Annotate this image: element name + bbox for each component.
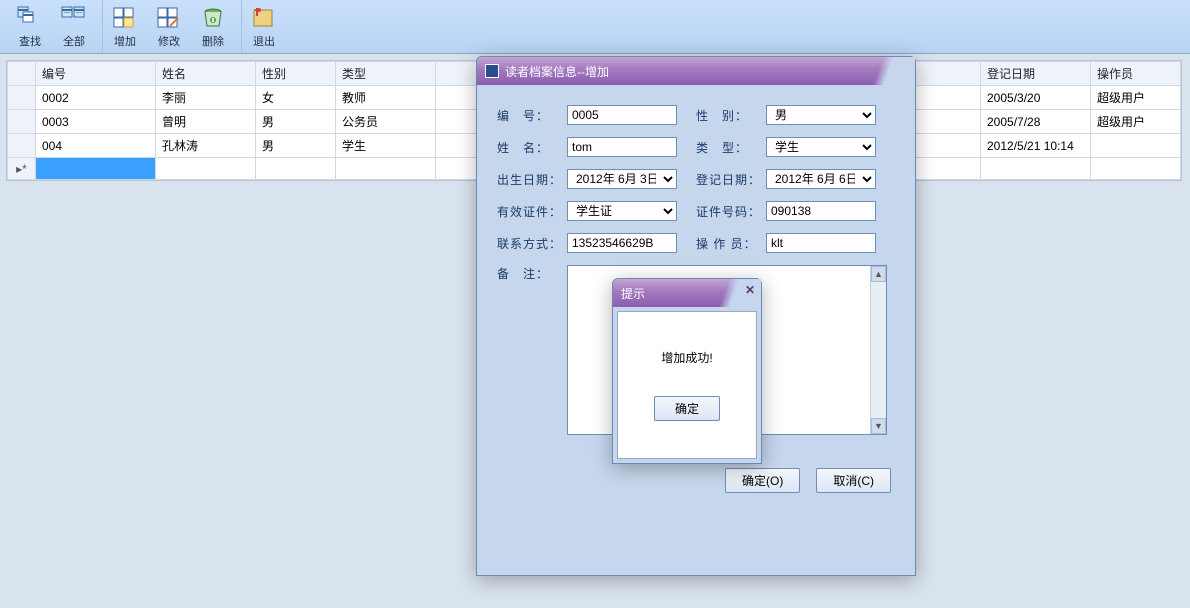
label-contact: 联系方式： <box>497 235 567 252</box>
col-id[interactable]: 编号 <box>36 62 156 86</box>
add-label: 增加 <box>114 33 136 49</box>
select-birth[interactable]: 2012年 6月 3日 <box>567 169 677 189</box>
label-regdate: 登记日期： <box>696 171 766 188</box>
scroll-up-icon[interactable]: ▲ <box>871 266 886 282</box>
input-id[interactable] <box>567 105 677 125</box>
label-remark: 备 注： <box>497 265 567 282</box>
scrollbar[interactable]: ▲ ▼ <box>870 266 886 434</box>
msg-titlebar[interactable]: 提示 ✕ <box>613 279 761 307</box>
find-button[interactable]: 查找 <box>8 0 52 53</box>
label-idno: 证件号码： <box>696 203 766 220</box>
label-gender: 性 别： <box>696 107 766 124</box>
edit-label: 修改 <box>158 33 180 49</box>
col-name[interactable]: 姓名 <box>156 62 256 86</box>
message-dialog: 提示 ✕ 增加成功! 确定 <box>612 278 762 464</box>
delete-label: 删除 <box>202 33 224 49</box>
add-icon <box>111 5 139 31</box>
edit-icon <box>155 5 183 31</box>
label-type: 类 型： <box>696 139 766 156</box>
row-header-blank <box>8 62 36 86</box>
new-row-id-cell[interactable] <box>36 158 156 180</box>
input-contact[interactable] <box>567 233 677 253</box>
dialog-icon <box>485 64 499 78</box>
dialog-ok-button[interactable]: 确定(O) <box>725 468 800 493</box>
label-birth: 出生日期： <box>497 171 567 188</box>
all-label: 全部 <box>63 33 85 49</box>
label-id: 编 号： <box>497 107 567 124</box>
input-name[interactable] <box>567 137 677 157</box>
input-idno[interactable] <box>766 201 876 221</box>
edit-button[interactable]: 修改 <box>147 0 191 53</box>
label-idtype: 有效证件： <box>497 203 567 220</box>
select-regdate[interactable]: 2012年 6月 6日 <box>766 169 876 189</box>
delete-icon <box>199 5 227 31</box>
label-operator: 操 作 员： <box>696 235 766 252</box>
new-row-marker: ▸* <box>8 158 36 180</box>
dialog-titlebar[interactable]: 读者档案信息--增加 <box>477 57 915 85</box>
dialog-title-text: 读者档案信息--增加 <box>505 63 609 80</box>
add-button[interactable]: 增加 <box>103 0 147 53</box>
select-type[interactable]: 学生 <box>766 137 876 157</box>
select-idtype[interactable]: 学生证 <box>567 201 677 221</box>
delete-button[interactable]: 删除 <box>191 0 235 53</box>
select-gender[interactable]: 男 <box>766 105 876 125</box>
all-button[interactable]: 全部 <box>52 0 96 53</box>
msg-text: 增加成功! <box>661 349 712 366</box>
label-name: 姓 名： <box>497 139 567 156</box>
dialog-cancel-button[interactable]: 取消(C) <box>816 468 891 493</box>
exit-icon <box>250 5 278 31</box>
col-operator[interactable]: 操作员 <box>1091 62 1181 86</box>
col-type[interactable]: 类型 <box>336 62 436 86</box>
exit-button[interactable]: 退出 <box>242 0 286 53</box>
col-gender[interactable]: 性别 <box>256 62 336 86</box>
col-regdate[interactable]: 登记日期 <box>981 62 1091 86</box>
close-icon[interactable]: ✕ <box>745 283 755 297</box>
input-operator[interactable] <box>766 233 876 253</box>
find-label: 查找 <box>19 33 41 49</box>
msg-ok-button[interactable]: 确定 <box>654 396 720 421</box>
msg-title-text: 提示 <box>621 285 645 302</box>
all-icon <box>60 5 88 31</box>
scroll-down-icon[interactable]: ▼ <box>871 418 886 434</box>
toolbar: 查找 全部 增加 修改 删除 <box>0 0 1190 54</box>
find-icon <box>16 5 44 31</box>
exit-label: 退出 <box>253 33 275 49</box>
